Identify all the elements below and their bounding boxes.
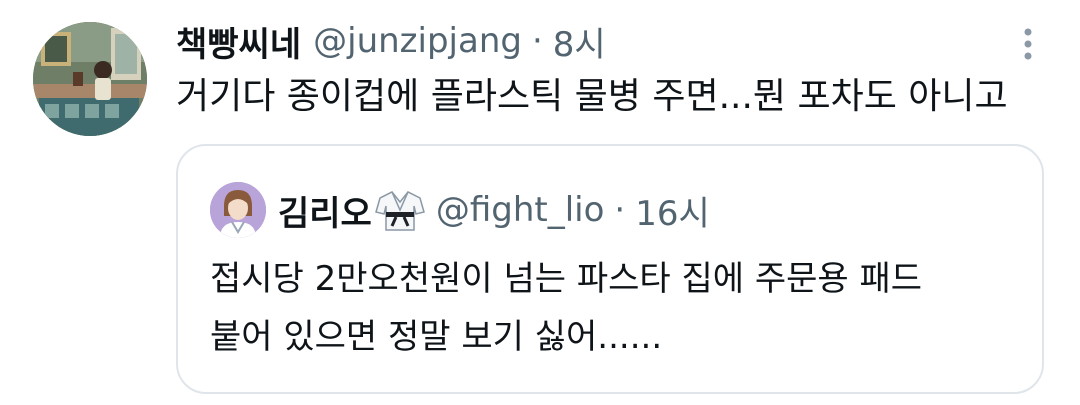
- quoted-tweet-text: 접시당 2만오천원이 넘는 파스타 집에 주문용 패드 붙어 있으면 정말 보기…: [210, 250, 1010, 366]
- quoted-tweet[interactable]: 김리오 @fight_lio · 16시 접시당 2만오천원이 넘는 파스타 집…: [176, 144, 1044, 394]
- more-options-button[interactable]: [1016, 24, 1040, 64]
- quoted-display-name[interactable]: 김리오: [278, 186, 372, 235]
- tweet[interactable]: 책빵씨네 @junzipjang · 8시 거기다 종이컵에 플라스틱 물병 주…: [0, 0, 1080, 405]
- avatar[interactable]: [33, 22, 147, 136]
- martial-arts-uniform-icon: [374, 188, 426, 232]
- timestamp[interactable]: 8시: [553, 17, 606, 66]
- anime-character-avatar-icon: [210, 182, 266, 238]
- quoted-separator: ·: [614, 190, 626, 230]
- user-handle[interactable]: @junzipjang: [313, 21, 522, 61]
- more-vertical-icon: [1024, 28, 1032, 60]
- quoted-avatar[interactable]: [210, 182, 266, 238]
- quoted-text-line-1: 접시당 2만오천원이 넘는 파스타 집에 주문용 패드: [210, 259, 923, 299]
- quoted-user-handle[interactable]: @fight_lio: [436, 190, 605, 230]
- quoted-header: 김리오 @fight_lio · 16시: [278, 184, 710, 236]
- quoted-text-line-2: 붙어 있으면 정말 보기 싫어......: [210, 317, 663, 357]
- illustrated-room-avatar-icon: [33, 22, 147, 136]
- tweet-header: 책빵씨네 @junzipjang · 8시: [176, 16, 606, 66]
- quoted-timestamp[interactable]: 16시: [635, 186, 710, 235]
- tweet-text: 거기다 종이컵에 플라스틱 물병 주면...뭔 포차도 아니고: [176, 76, 1008, 117]
- separator: ·: [531, 21, 543, 61]
- display-name[interactable]: 책빵씨네: [176, 17, 301, 66]
